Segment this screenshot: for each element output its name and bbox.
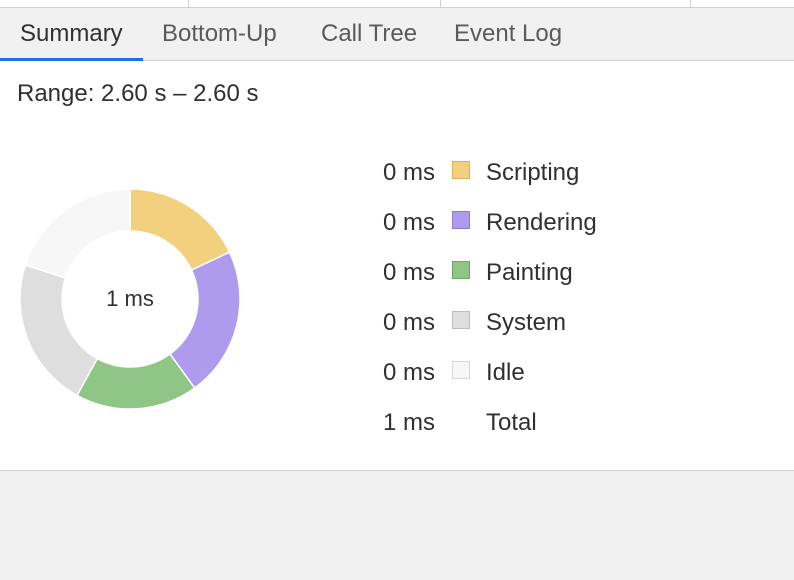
tab-summary[interactable]: Summary [0,8,143,61]
legend-label: Painting [486,259,573,286]
tab-bottom-up[interactable]: Bottom-Up [142,8,297,60]
legend-label: Rendering [486,209,597,236]
legend-value: 1 ms [382,409,435,436]
legend-label: Scripting [486,159,580,186]
legend-row-idle: 0 ms Idle [360,349,660,399]
legend-value: 0 ms [382,159,435,186]
legend-value: 0 ms [382,259,435,286]
legend-value: 0 ms [382,209,435,236]
legend-label: Total [486,409,537,436]
toolbar-divider [188,0,189,7]
legend-label: Idle [486,359,525,386]
legend-label: System [486,309,567,336]
legend-row-painting: 0 ms Painting [360,249,660,299]
tab-call-tree[interactable]: Call Tree [301,8,437,60]
summary-panel: Range: 2.60 s – 2.60 s 1 ms 0 ms Scripti… [0,61,794,471]
category-legend: 0 ms Scripting 0 ms Rendering 0 ms Paint… [360,149,660,449]
legend-row-scripting: 0 ms Scripting [360,149,660,199]
rendering-swatch [452,211,470,229]
legend-value: 0 ms [382,359,435,386]
activity-donut-chart: 1 ms [19,188,241,410]
legend-row-total: 1 ms Total [360,399,660,449]
range-label: Range: 2.60 s – 2.60 s [17,80,259,107]
donut-segment-idle [24,188,131,279]
donut-segment-system [19,264,99,397]
legend-row-system: 0 ms System [360,299,660,349]
tab-bar: Summary Bottom-Up Call Tree Event Log [0,8,794,61]
legend-value: 0 ms [382,309,435,336]
painting-swatch [452,261,470,279]
legend-row-rendering: 0 ms Rendering [360,199,660,249]
toolbar-divider [690,0,691,7]
scripting-swatch [452,161,470,179]
donut-segment-scripting [129,188,231,272]
donut-center-label: 1 ms [106,286,154,311]
tab-event-log[interactable]: Event Log [434,8,582,60]
top-toolbar-strip [0,0,794,8]
system-swatch [452,311,470,329]
toolbar-divider [440,0,441,7]
idle-swatch [452,361,470,379]
